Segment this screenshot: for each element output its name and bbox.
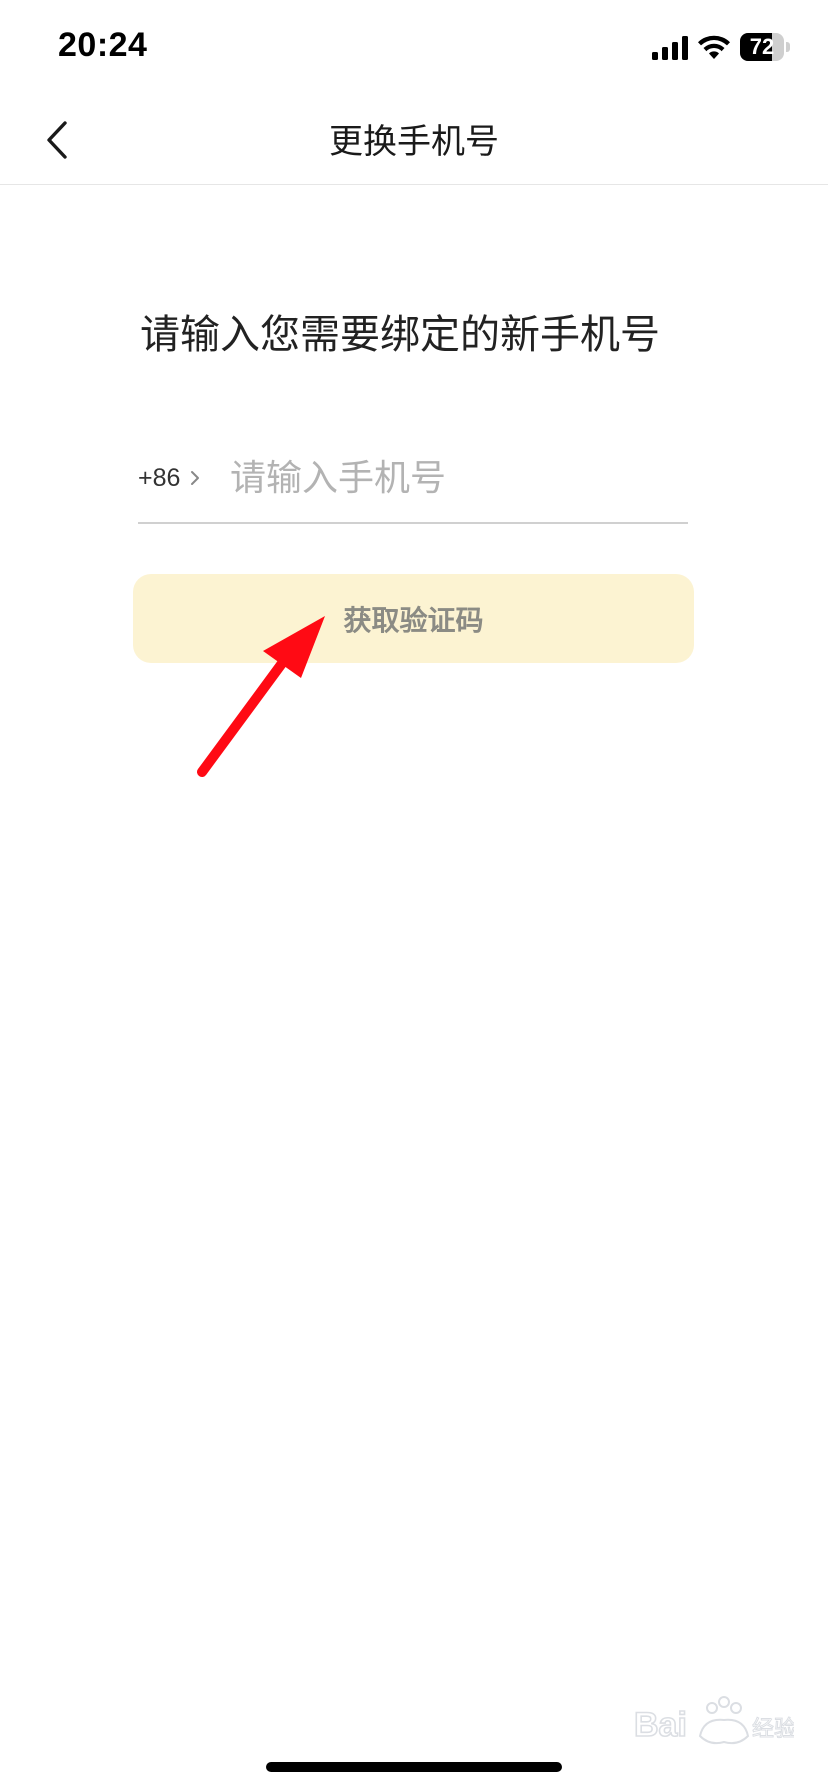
baidu-jingyan-logo: Bai 经验 [634, 1696, 794, 1745]
back-button[interactable] [30, 110, 90, 170]
chevron-left-icon [47, 121, 67, 159]
battery-percentage: 72 [749, 34, 775, 59]
home-indicator[interactable] [266, 1762, 562, 1772]
cellular-signal-icon [652, 36, 688, 60]
wifi-icon [698, 35, 730, 59]
phone-number-input[interactable] [230, 448, 670, 508]
red-arrow-icon [197, 616, 325, 777]
country-code-selector[interactable]: +86 [138, 448, 202, 508]
battery-cap [786, 42, 790, 52]
svg-text:Bai: Bai [634, 1706, 687, 1744]
country-code-label: +86 [138, 463, 181, 492]
instruction-heading: 请输入您需要绑定的新手机号 [140, 312, 660, 358]
battery-body: 72 [740, 33, 784, 61]
chevron-right-icon [191, 471, 200, 485]
battery-icon: 72 [740, 33, 790, 61]
change-phone-screen: 20:24 72 更换手机号 请输入您需要绑定的新手机号 +86 请输入手机号 … [0, 0, 828, 1792]
navigation-bar: 更换手机号 [0, 100, 828, 185]
status-time: 20:24 [58, 26, 148, 64]
phone-number-field: +86 [138, 448, 688, 524]
status-bar: 20:24 72 [0, 0, 828, 100]
svg-text:经验: 经验 [752, 1717, 794, 1742]
page-title: 更换手机号 [329, 122, 499, 162]
